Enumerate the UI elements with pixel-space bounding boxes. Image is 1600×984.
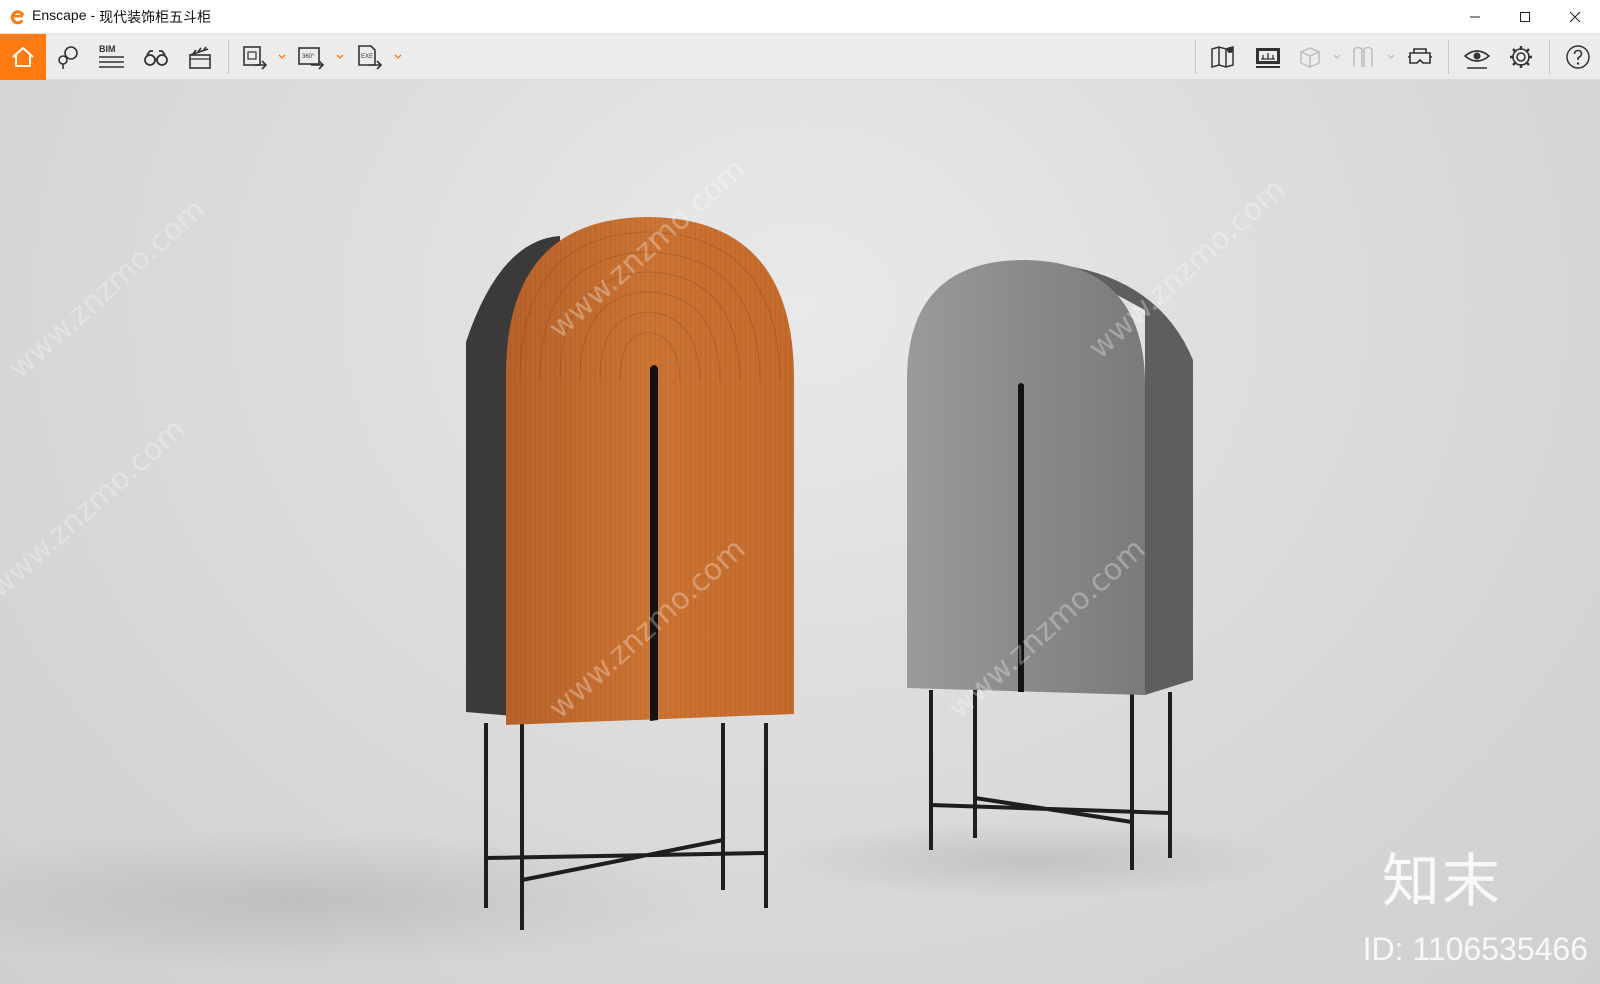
asset-library-button[interactable] (46, 34, 90, 80)
vr-headset-icon (1408, 48, 1432, 64)
chevron-down-icon (1333, 54, 1341, 59)
document-title: 现代装饰柜五斗柜 (99, 8, 212, 25)
map-icon (1211, 46, 1234, 68)
bookmark-views-button[interactable] (1344, 34, 1384, 80)
asset-library-icon (58, 46, 78, 69)
binoculars-icon (144, 50, 168, 66)
watermark-id: ID: 1106535466 (1362, 931, 1588, 967)
watermark-text: www.znzmo.com (0, 412, 192, 606)
close-button[interactable] (1550, 0, 1600, 34)
app-name: Enscape (32, 6, 87, 23)
home-button[interactable] (0, 34, 46, 80)
bookmark-views-icon (1353, 46, 1373, 67)
export-panorama-button[interactable]: 360° (289, 34, 333, 80)
main-toolbar: BIM 360° EXE (0, 34, 1600, 108)
window-controls (1450, 0, 1600, 34)
visual-settings-button[interactable] (1455, 34, 1499, 80)
cube-view-dropdown[interactable] (1330, 34, 1344, 80)
settings-button[interactable] (1499, 34, 1543, 80)
vr-headset-button[interactable] (1398, 34, 1442, 80)
monitor-button[interactable] (1246, 34, 1290, 80)
maximize-icon (1520, 12, 1530, 22)
chevron-down-icon (336, 54, 344, 59)
minimize-button[interactable] (1450, 0, 1500, 34)
bim-icon: BIM (99, 44, 124, 68)
chevron-down-icon (278, 54, 286, 59)
watermark-text: www.znzmo.com (1082, 172, 1292, 366)
help-icon (1566, 45, 1590, 69)
render-viewport[interactable]: www.znzmo.com www.znzmo.com www.znzmo.co… (0, 80, 1600, 984)
title-separator: - (90, 6, 96, 23)
clapperboard-icon (189, 46, 211, 69)
cube-view-icon (1300, 47, 1320, 68)
silver-arched-cabinet[interactable] (907, 260, 1193, 870)
3d-scene: www.znzmo.com www.znzmo.com www.znzmo.co… (0, 152, 1292, 970)
watermark-brand: 知末 (1381, 847, 1502, 915)
export-image-button[interactable] (235, 34, 275, 80)
svg-text:360°: 360° (302, 54, 315, 60)
toolbar-separator (1195, 40, 1196, 74)
floor-shadow (0, 830, 720, 970)
export-standalone-button[interactable]: EXE (347, 34, 391, 80)
binoculars-button[interactable] (134, 34, 178, 80)
export-image-dropdown[interactable] (275, 34, 289, 80)
help-button[interactable] (1556, 34, 1600, 80)
visual-settings-icon (1463, 50, 1491, 69)
export-panorama-icon: 360° (298, 47, 325, 70)
export-standalone-dropdown[interactable] (391, 34, 405, 80)
title-bar: Enscape - 现代装饰柜五斗柜 (0, 0, 1600, 34)
export-panorama-dropdown[interactable] (333, 34, 347, 80)
monitor-icon (1256, 48, 1280, 68)
svg-text:BIM: BIM (99, 44, 116, 54)
export-standalone-icon: EXE (358, 45, 383, 70)
toolbar-separator (1549, 40, 1550, 74)
toolbar-right-group (1189, 34, 1600, 80)
map-button[interactable] (1202, 34, 1246, 80)
watermark-text: www.znzmo.com (2, 192, 212, 386)
chevron-down-icon (1387, 54, 1395, 59)
toolbar-separator (1448, 40, 1449, 74)
floor-shadow (770, 820, 1290, 900)
bookmark-views-dropdown[interactable] (1384, 34, 1398, 80)
home-icon (12, 47, 34, 67)
video-editor-button[interactable] (178, 34, 222, 80)
export-image-icon (243, 46, 268, 70)
cube-view-button[interactable] (1290, 34, 1330, 80)
toolbar-left-group: BIM 360° EXE (0, 34, 405, 80)
enscape-logo-icon (10, 9, 25, 24)
svg-text:EXE: EXE (361, 54, 373, 60)
minimize-icon (1470, 16, 1480, 18)
bim-button[interactable]: BIM (90, 34, 134, 80)
maximize-button[interactable] (1500, 0, 1550, 34)
orange-arched-cabinet[interactable] (466, 217, 794, 930)
chevron-down-icon (394, 54, 402, 59)
toolbar-separator (228, 40, 229, 74)
close-icon (1569, 11, 1581, 23)
window-title: Enscape - 现代装饰柜五斗柜 (32, 7, 211, 27)
gear-icon (1510, 46, 1532, 68)
